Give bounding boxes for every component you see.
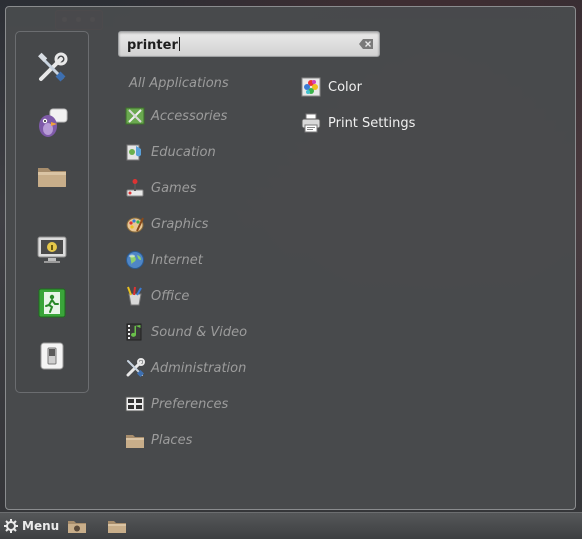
favorite-home-folder[interactable] [36, 160, 68, 192]
clear-search-icon[interactable] [359, 39, 373, 49]
category-label: Accessories [151, 108, 228, 124]
app-label: Color [328, 79, 362, 95]
category-administration[interactable]: Administration [124, 357, 246, 379]
accessories-icon [124, 105, 146, 127]
app-color[interactable]: Color [300, 76, 362, 98]
category-label: Games [151, 180, 197, 196]
color-icon [300, 76, 322, 98]
category-label: Administration [151, 360, 247, 376]
category-graphics[interactable]: Graphics [124, 213, 208, 235]
favorite-chat[interactable] [36, 107, 68, 139]
gear-icon [4, 519, 18, 533]
favorites-sidebar [15, 31, 89, 393]
category-label: Internet [151, 252, 203, 268]
category-label: Office [151, 288, 190, 304]
category-label: Graphics [151, 216, 209, 232]
app-print-settings[interactable]: Print Settings [300, 112, 415, 134]
favorite-tools[interactable] [36, 52, 68, 84]
preferences-icon [124, 393, 146, 415]
menu-button[interactable]: Menu [4, 517, 59, 535]
panel-launcher-folder[interactable] [107, 517, 127, 535]
folder-icon [108, 521, 126, 533]
category-label: Education [151, 144, 216, 160]
application-menu: printer All Applications Accessories Edu… [5, 6, 576, 510]
text-cursor [178, 37, 180, 51]
category-internet[interactable]: Internet [124, 249, 203, 271]
internet-icon [124, 249, 146, 271]
chat-bird-icon [39, 108, 68, 137]
exit-door-icon [38, 288, 66, 318]
power-switch-icon [40, 342, 64, 370]
category-places[interactable]: Places [124, 429, 192, 451]
games-icon [124, 177, 146, 199]
category-label: Sound & Video [151, 324, 248, 340]
folder-icon [38, 168, 66, 187]
favorite-shutdown[interactable] [36, 340, 68, 372]
category-preferences[interactable]: Preferences [124, 393, 228, 415]
app-label: Print Settings [328, 115, 416, 131]
office-icon [124, 285, 146, 307]
menu-label: Menu [22, 519, 60, 533]
favorite-logout[interactable] [36, 287, 68, 319]
administration-icon [124, 357, 146, 379]
camera-folder-icon [68, 521, 86, 533]
favorite-lock-screen[interactable] [36, 234, 68, 266]
panel-launcher-camera[interactable] [67, 517, 87, 535]
bottom-panel: Menu [0, 512, 582, 539]
category-label: Places [151, 432, 193, 448]
printer-icon [300, 112, 322, 134]
category-label: All Applications [129, 75, 229, 91]
monitor-lock-icon [37, 236, 67, 263]
category-accessories[interactable]: Accessories [124, 105, 227, 127]
search-input[interactable]: printer [127, 37, 180, 53]
category-all-applications[interactable]: All Applications [129, 72, 229, 94]
category-office[interactable]: Office [124, 285, 189, 307]
category-sound-video[interactable]: Sound & Video [124, 321, 247, 343]
category-education[interactable]: Education [124, 141, 216, 163]
search-field[interactable]: printer [118, 31, 380, 57]
category-label: Preferences [151, 396, 229, 412]
tools-icon [38, 52, 68, 82]
category-games[interactable]: Games [124, 177, 196, 199]
places-icon [124, 429, 146, 451]
education-icon [124, 141, 146, 163]
graphics-icon [124, 213, 146, 235]
sound-video-icon [124, 321, 146, 343]
